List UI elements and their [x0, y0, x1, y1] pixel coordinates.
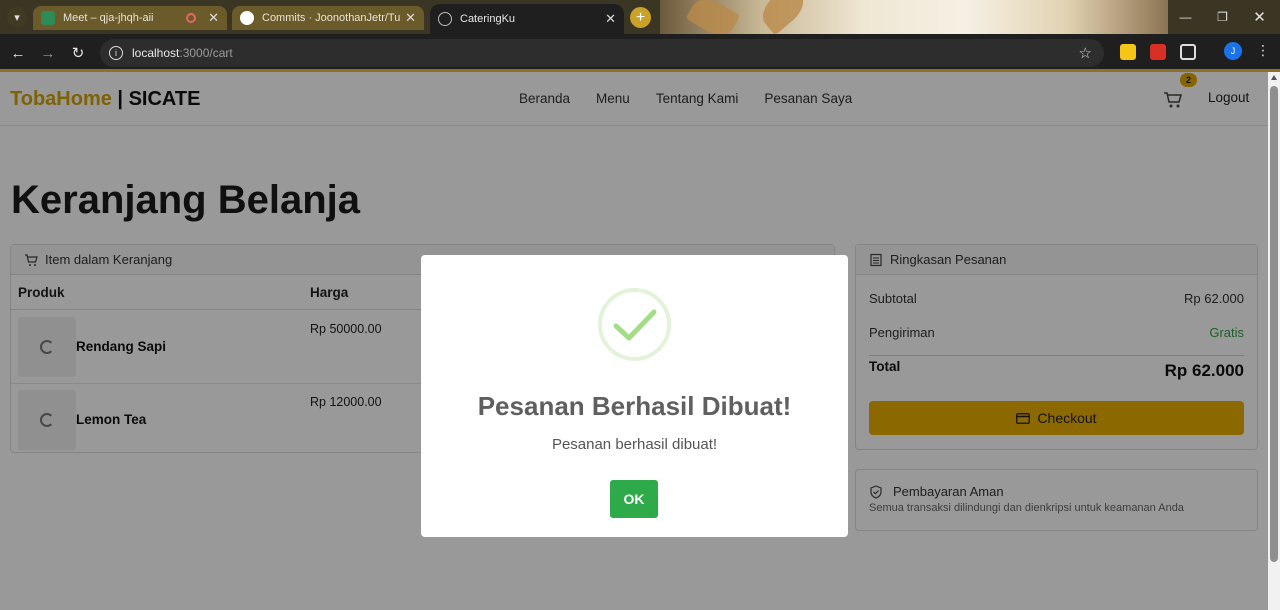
address-bar[interactable]: i localhost:3000/cart ☆ [100, 39, 1104, 67]
page-scrollbar[interactable] [1268, 72, 1280, 610]
close-tab-icon[interactable]: ✕ [605, 11, 616, 27]
back-arrow-icon[interactable]: ← [8, 43, 28, 63]
ok-button[interactable]: OK [610, 480, 658, 518]
tab-meet[interactable]: Meet – qja-jhqh-aii ✕ [33, 6, 227, 30]
url-path: :3000/cart [179, 46, 233, 60]
tab-github-commits[interactable]: Commits · JoonothanJetr/Tuber ✕ [232, 6, 424, 30]
dialog-title: Pesanan Berhasil Dibuat! [477, 391, 792, 421]
close-tab-icon[interactable]: ✕ [405, 10, 416, 26]
github-icon [240, 11, 254, 25]
scrollbar-thumb[interactable] [1270, 86, 1278, 562]
close-window-button[interactable]: ✕ [1241, 0, 1278, 34]
dialog-message: Pesanan berhasil dibuat! [551, 436, 718, 453]
extension-icon[interactable] [1120, 44, 1136, 60]
tab-title: CateringKu [460, 13, 516, 25]
browser-menu-icon[interactable]: ⋮ [1256, 42, 1270, 59]
restore-window-button[interactable]: ❐ [1204, 0, 1241, 34]
site-info-icon[interactable]: i [109, 46, 123, 60]
scroll-up-arrow-icon[interactable] [1271, 75, 1277, 80]
tab-cateringku-active[interactable]: CateringKu ✕ [430, 4, 624, 34]
forward-arrow-icon[interactable]: → [38, 43, 58, 63]
url-host: localhost [132, 46, 180, 60]
success-check-icon [598, 288, 671, 361]
success-dialog: Pesanan Berhasil Dibuat! Pesanan berhasi… [421, 255, 848, 537]
new-tab-button[interactable]: + [630, 7, 651, 28]
profile-avatar[interactable]: J [1224, 42, 1242, 60]
extension-icon[interactable] [1150, 44, 1166, 60]
recording-icon [186, 13, 197, 23]
url-text: localhost:3000/cart [132, 46, 233, 60]
globe-icon [438, 12, 452, 26]
checkmark-icon [613, 309, 657, 341]
close-tab-icon[interactable]: ✕ [208, 10, 219, 26]
bookmark-star-icon[interactable]: ☆ [1079, 44, 1092, 62]
browser-toolbar: ← → ↻ i localhost:3000/cart ☆ J ⋮ [0, 34, 1280, 72]
meet-icon [41, 11, 55, 25]
tab-title: Meet – qja-jhqh-aii [63, 12, 154, 24]
tab-title: Commits · JoonothanJetr/Tuber [262, 12, 402, 24]
extensions-puzzle-icon[interactable] [1180, 44, 1196, 60]
reload-icon[interactable]: ↻ [68, 43, 88, 63]
tab-search-button[interactable]: ▾ [7, 7, 27, 27]
minimize-window-button[interactable]: — [1167, 0, 1204, 34]
browser-tab-strip: ▾ Meet – qja-jhqh-aii ✕ Commits · Joonot… [0, 0, 1280, 34]
